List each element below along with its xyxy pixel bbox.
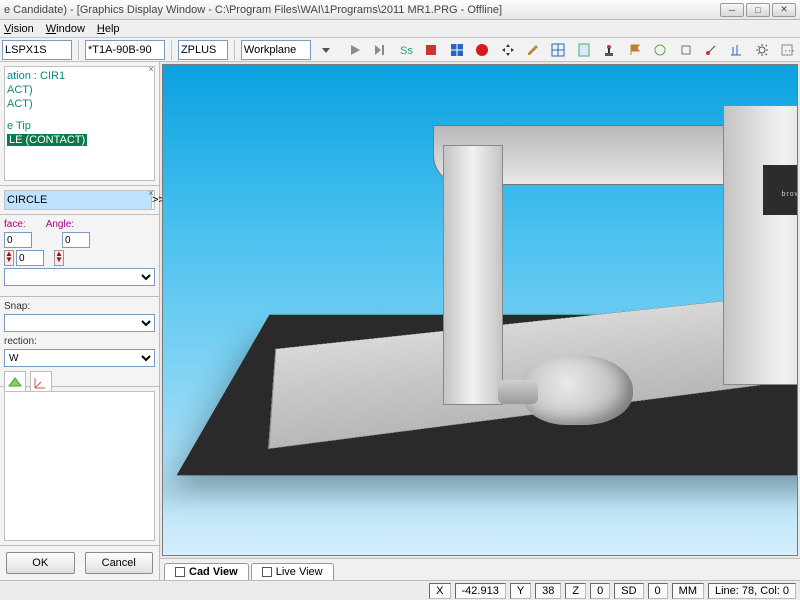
window-title: e Candidate) - [Graphics Display Window … [4, 4, 720, 16]
spinner-icon[interactable]: ▲▼ [4, 250, 14, 266]
axis-icon[interactable] [30, 371, 52, 393]
status-line-col: Line: 78, Col: 0 [708, 583, 796, 599]
svg-text:Ss: Ss [400, 45, 413, 57]
status-x-label: X [429, 583, 450, 599]
workplane-select[interactable] [241, 40, 311, 60]
measured-part [523, 355, 633, 425]
ok-button[interactable]: OK [6, 552, 75, 574]
gear-icon[interactable] [751, 39, 772, 61]
maximize-button[interactable]: □ [746, 3, 770, 17]
pencil-icon[interactable] [522, 39, 543, 61]
status-x-value: -42.913 [455, 583, 506, 599]
feature-tree-pane: × ation : CIR1 ACT) ACT) e Tip LE (CONTA… [0, 62, 159, 186]
minimize-button[interactable]: ─ [720, 3, 744, 17]
tab-cad-view[interactable]: Cad View [164, 563, 249, 580]
status-y-value: 38 [535, 583, 561, 599]
viewport-wrap: .ooo brown & sharpe Cad View Live View [160, 62, 800, 580]
report-icon[interactable] [573, 39, 594, 61]
option-select[interactable] [4, 268, 155, 286]
checkbox-icon[interactable] [175, 567, 185, 577]
angle-label: Angle: [46, 219, 74, 230]
machine-brand-plate: .ooo brown & sharpe [763, 165, 798, 215]
box-tool-icon[interactable] [675, 39, 696, 61]
close-icon[interactable]: × [145, 63, 157, 75]
surface-value-input[interactable] [4, 232, 32, 248]
dropdown-arrow-icon[interactable] [315, 39, 336, 61]
status-z-value: 0 [590, 583, 610, 599]
surface-label: face: [4, 219, 26, 230]
window-controls: ─ □ ✕ [720, 3, 796, 17]
title-bar: e Candidate) - [Graphics Display Window … [0, 0, 800, 20]
direction-label: rection: [4, 336, 155, 347]
tree-item-selected[interactable]: LE (CONTACT) [7, 134, 87, 146]
play-icon[interactable] [344, 39, 365, 61]
tab-live-view[interactable]: Live View [251, 563, 334, 580]
main-area: × ation : CIR1 ACT) ACT) e Tip LE (CONTA… [0, 62, 800, 580]
tree-item[interactable]: ACT) [7, 83, 152, 97]
spinner-icon[interactable]: ▲▼ [54, 250, 64, 266]
status-z-label: Z [565, 583, 586, 599]
tab-label: Cad View [189, 566, 238, 578]
cmm-pillar [443, 145, 503, 405]
brand-dots-icon: .ooo [763, 173, 798, 185]
snap-label: Snap: [4, 301, 155, 312]
align-icon[interactable] [726, 39, 747, 61]
toolbar: Ss ⋯ [0, 38, 800, 62]
cmm-column [723, 105, 798, 385]
status-bar: X -42.913 Y 38 Z 0 SD 0 MM Line: 78, Col… [0, 580, 800, 600]
surface-angle-pane: face: Angle: ▲▼ ▲▼ [0, 215, 159, 297]
more-icon[interactable]: ⋯ [777, 39, 798, 61]
svg-text:⋯: ⋯ [784, 45, 794, 57]
step-icon[interactable] [370, 39, 391, 61]
move-icon[interactable] [497, 39, 518, 61]
status-y-label: Y [510, 583, 531, 599]
dialog-buttons: OK Cancel [0, 545, 159, 580]
close-icon[interactable]: × [145, 187, 157, 199]
close-button[interactable]: ✕ [772, 3, 796, 17]
status-sd-label: SD [614, 583, 643, 599]
checkbox-icon[interactable] [262, 567, 272, 577]
viewport-tabs: Cad View Live View [160, 558, 800, 580]
joystick-icon[interactable] [599, 39, 620, 61]
feature-input-pane: × >> [0, 186, 159, 215]
script-icon[interactable]: Ss [395, 39, 416, 61]
status-sd-value: 0 [648, 583, 668, 599]
menu-help[interactable]: Help [97, 23, 120, 35]
status-unit: MM [672, 583, 704, 599]
feature-type-input[interactable] [5, 191, 151, 209]
snap-select[interactable] [4, 314, 155, 332]
flag-icon[interactable] [624, 39, 645, 61]
left-panel: × ation : CIR1 ACT) ACT) e Tip LE (CONTA… [0, 62, 160, 580]
snap-pane: Snap: rection: W [0, 297, 159, 387]
menu-window[interactable]: Window [46, 23, 85, 35]
menu-bar: VVisionision Window Help [0, 20, 800, 38]
stop-icon[interactable] [421, 39, 442, 61]
tab-label: Live View [276, 566, 323, 578]
probe-tool-icon[interactable] [700, 39, 721, 61]
direction-select[interactable]: W [4, 349, 155, 367]
axis-select[interactable] [178, 40, 228, 60]
empty-pane [4, 391, 155, 541]
tree-item[interactable]: ation : CIR1 [7, 69, 152, 83]
plane-icon[interactable] [4, 371, 26, 393]
graphics-viewport[interactable]: .ooo brown & sharpe [162, 64, 798, 556]
probe-select[interactable] [2, 40, 72, 60]
feature-tree[interactable]: ation : CIR1 ACT) ACT) e Tip LE (CONTACT… [4, 66, 155, 181]
record-icon[interactable] [471, 39, 492, 61]
angle-value-input[interactable] [62, 232, 90, 248]
cancel-button[interactable]: Cancel [85, 552, 154, 574]
tree-item[interactable]: ACT) [7, 97, 152, 111]
tree-item[interactable]: e Tip [7, 119, 152, 133]
circle-tool-icon[interactable] [649, 39, 670, 61]
tip-select[interactable] [85, 40, 165, 60]
grid-icon[interactable] [548, 39, 569, 61]
value-input[interactable] [16, 250, 44, 266]
brand-name: brown & sharpe [763, 191, 798, 198]
target-icon[interactable] [446, 39, 467, 61]
menu-vision[interactable]: VVisionision [4, 23, 34, 35]
